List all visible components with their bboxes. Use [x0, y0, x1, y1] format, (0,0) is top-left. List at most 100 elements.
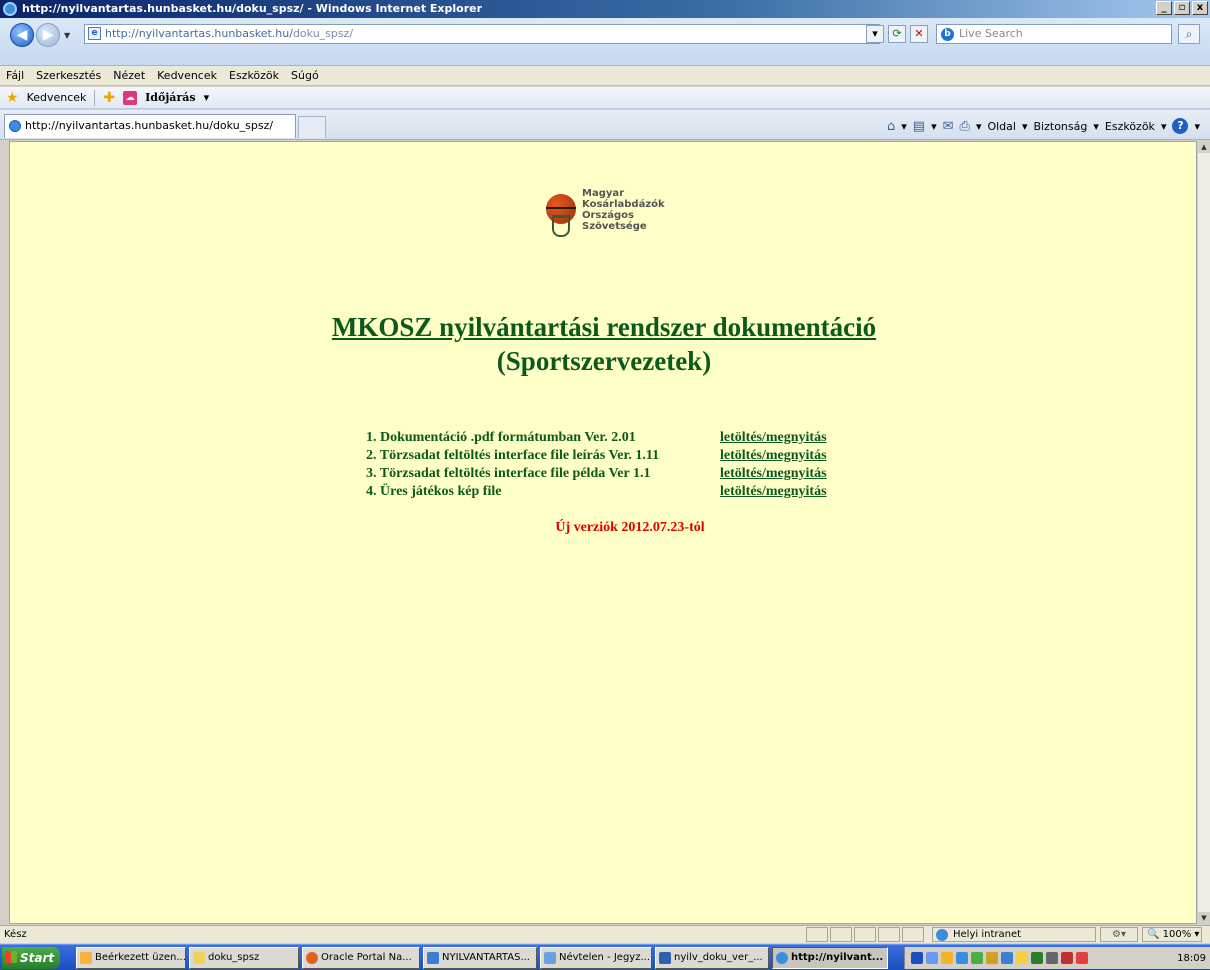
help-icon[interactable]: ? — [1172, 118, 1189, 134]
vertical-scrollbar[interactable]: ▲ ▼ — [1197, 141, 1210, 924]
menu-view[interactable]: Nézet — [113, 69, 145, 82]
task-word[interactable]: nyilv_doku_ver_... — [655, 947, 769, 969]
page-title[interactable]: MKOSZ nyilvántartási rendszer dokumentác… — [10, 312, 1196, 343]
history-dropdown-icon[interactable]: ▼ — [64, 31, 70, 40]
tray-icon[interactable] — [941, 952, 953, 964]
chevron-down-icon[interactable]: ▾ — [204, 91, 210, 104]
search-input[interactable]: b Live Search — [936, 24, 1172, 44]
chevron-down-icon[interactable]: ▾ — [901, 120, 907, 133]
task-label: NYILVANTARTAS... — [442, 952, 530, 963]
tray-icon[interactable] — [956, 952, 968, 964]
task-label: Névtelen - Jegyz... — [559, 952, 651, 963]
menu-edit[interactable]: Szerkesztés — [36, 69, 101, 82]
tray-icon[interactable] — [986, 952, 998, 964]
address-buttons: ▾ ⟳ ✕ — [866, 25, 928, 43]
tray-icon[interactable] — [1001, 952, 1013, 964]
address-input[interactable]: e http://nyilvantartas.hunbasket.hu/doku… — [84, 24, 880, 44]
zoom-control[interactable]: 🔍 100% ▾ — [1142, 927, 1202, 942]
chevron-down-icon[interactable]: ▾ — [1194, 120, 1200, 133]
tab-title: http://nyilvantartas.hunbasket.hu/doku_s… — [25, 119, 274, 132]
print-icon[interactable]: ⎙ — [960, 119, 970, 134]
document-label: 1. Dokumentáció .pdf formátumban Ver. 2.… — [366, 430, 636, 445]
tray-icon[interactable] — [1076, 952, 1088, 964]
tab-current[interactable]: http://nyilvantartas.hunbasket.hu/doku_s… — [4, 114, 296, 138]
download-link[interactable]: letöltés/megnyitás — [720, 448, 827, 464]
minimize-button[interactable]: _ — [1156, 1, 1172, 15]
status-cell — [854, 927, 876, 942]
task-notepad[interactable]: Névtelen - Jegyz... — [540, 947, 652, 969]
status-cell — [878, 927, 900, 942]
tray-icon[interactable] — [971, 952, 983, 964]
tools-menu[interactable]: Eszközök — [1105, 120, 1155, 133]
document-label: 3. Törzsadat feltöltés interface file pé… — [366, 466, 651, 481]
task-label: http://nyilvant... — [791, 952, 884, 963]
download-link[interactable]: letöltés/megnyitás — [720, 466, 827, 482]
menu-tools[interactable]: Eszközök — [229, 69, 279, 82]
new-versions-notice: Új verziók 2012.07.23-tól — [555, 520, 705, 535]
page-menu[interactable]: Oldal — [987, 120, 1016, 133]
chevron-down-icon[interactable]: ▾ — [1022, 120, 1028, 133]
chevron-down-icon[interactable]: ▾ — [1161, 120, 1167, 133]
menu-file[interactable]: Fájl — [6, 69, 24, 82]
task-nyilvantartas[interactable]: NYILVANTARTAS... — [423, 947, 537, 969]
logo-line: Kosárlabdázók — [582, 199, 665, 210]
download-link[interactable]: letöltés/megnyitás — [720, 484, 827, 500]
task-label: Oracle Portal Na... — [321, 952, 412, 963]
protected-mode-icon[interactable]: ⚙▾ — [1100, 927, 1138, 942]
address-dropdown-icon[interactable]: ▾ — [866, 25, 884, 43]
new-tab-button[interactable] — [298, 116, 326, 138]
page-subtitle: (Sportszervezetek) — [496, 346, 712, 376]
task-firefox[interactable]: Oracle Portal Na... — [302, 947, 420, 969]
scroll-up-icon[interactable]: ▲ — [1198, 141, 1210, 153]
task-label: doku_spsz — [208, 952, 260, 963]
home-icon[interactable]: ⌂ — [887, 119, 895, 134]
tray-icon[interactable] — [1046, 952, 1058, 964]
tray-icon[interactable] — [926, 952, 938, 964]
security-zone[interactable]: Helyi intranet — [932, 927, 1096, 942]
tray-icon[interactable] — [1061, 952, 1073, 964]
search-icon[interactable]: ⌕ — [1178, 24, 1200, 44]
favorites-bar: ★ Kedvencek ✚ ☁ Időjárás ▾ — [0, 87, 1210, 109]
tray-icon[interactable] — [1016, 952, 1028, 964]
tab-favicon-icon — [9, 120, 21, 132]
chevron-down-icon[interactable]: ▾ — [1093, 120, 1099, 133]
stop-icon[interactable]: ✕ — [910, 25, 928, 43]
tray-icon[interactable] — [911, 952, 923, 964]
status-text: Kész — [4, 929, 27, 940]
logo-line: Szövetsége — [582, 221, 647, 232]
start-label: Start — [20, 951, 55, 965]
favorites-star-icon[interactable]: ★ — [6, 90, 19, 106]
system-tray: 18:09 — [904, 947, 1210, 969]
logo-line: Országos — [582, 210, 634, 221]
task-ie[interactable]: http://nyilvant... — [772, 947, 888, 969]
task-folder[interactable]: doku_spsz — [189, 947, 299, 969]
chevron-down-icon[interactable]: ▾ — [931, 120, 937, 133]
url-path: doku_spsz/ — [292, 27, 354, 40]
safety-menu[interactable]: Biztonság — [1034, 120, 1088, 133]
feeds-icon[interactable]: ▤ — [913, 119, 925, 134]
status-cell — [806, 927, 828, 942]
weather-icon: ☁ — [123, 90, 138, 105]
tray-icon[interactable] — [1031, 952, 1043, 964]
task-outlook[interactable]: Beérkezett üzen... — [76, 947, 186, 969]
firefox-icon — [306, 952, 318, 964]
app-icon — [427, 952, 439, 964]
back-button[interactable]: ◀ — [10, 23, 34, 47]
chevron-down-icon[interactable]: ▾ — [1194, 929, 1199, 940]
refresh-icon[interactable]: ⟳ — [888, 25, 906, 43]
chevron-down-icon[interactable]: ▾ — [976, 120, 982, 133]
maximize-button[interactable]: ▫ — [1174, 1, 1190, 15]
start-button[interactable]: Start — [2, 947, 60, 969]
weather-link[interactable]: Időjárás — [145, 91, 195, 104]
document-label: 4. Üres játékos kép file — [366, 484, 502, 499]
favorites-button[interactable]: Kedvencek — [27, 91, 87, 104]
add-favorite-icon[interactable]: ✚ — [103, 90, 115, 106]
menu-favorites[interactable]: Kedvencek — [157, 69, 217, 82]
download-link[interactable]: letöltés/megnyitás — [720, 430, 827, 446]
mail-icon[interactable]: ✉ — [943, 119, 954, 134]
menu-help[interactable]: Súgó — [291, 69, 319, 82]
forward-button[interactable]: ▶ — [36, 23, 60, 47]
ie-logo-icon — [3, 2, 17, 16]
scroll-down-icon[interactable]: ▼ — [1198, 912, 1210, 924]
close-button[interactable]: x — [1192, 1, 1208, 15]
